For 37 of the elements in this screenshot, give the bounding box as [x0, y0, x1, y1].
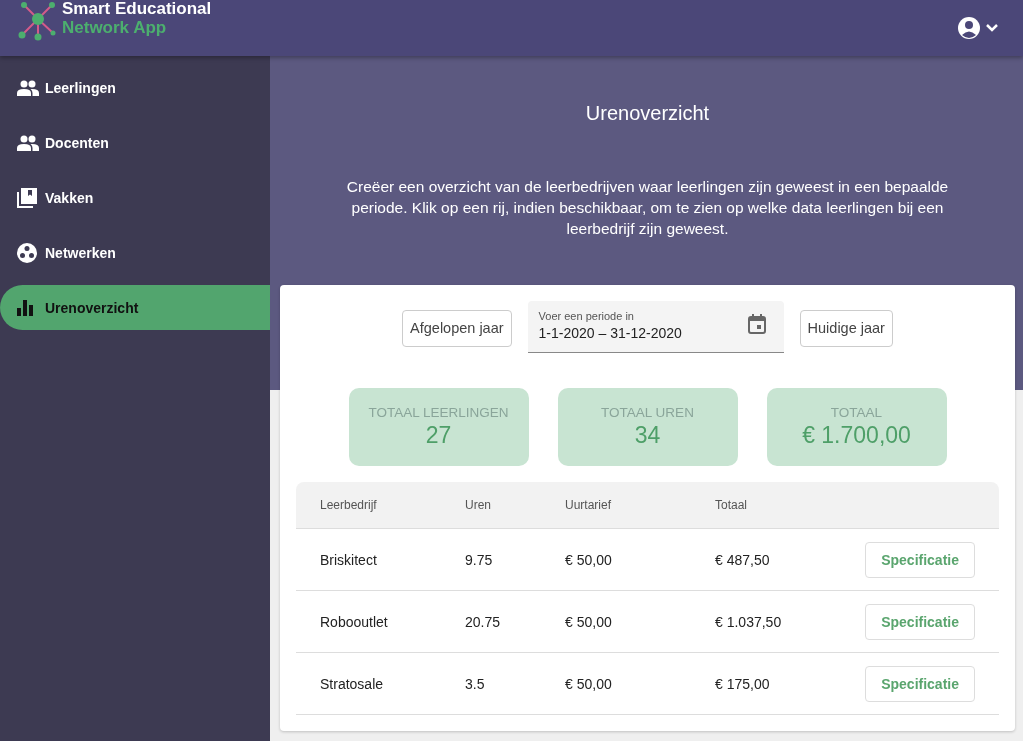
stat-label: TOTAAL LEERLINGEN [368, 405, 509, 420]
column-header: Leerbedrijf [319, 498, 378, 512]
table-cell-text: € 50,00 [564, 613, 613, 630]
column-header: Uurtarief [564, 498, 612, 512]
stat-value: 34 [634, 422, 661, 449]
current-year-button[interactable]: Huidige jaar [799, 309, 893, 347]
table-cell-text: € 50,00 [564, 551, 613, 568]
table-cell-text: € 1.037,50 [714, 613, 783, 630]
stat-value: € 1.700,00 [802, 422, 911, 449]
sidebar-item[interactable]: Leerlingen [0, 60, 270, 115]
sidebar-item[interactable]: Docenten [0, 115, 270, 170]
stat-value: 27 [425, 422, 452, 449]
period-input-field[interactable]: Voer een periode in 1-1-2020 – 31-12-2020 [527, 301, 784, 353]
app-subtitle: Network App [62, 18, 168, 37]
table-cell-text: € 175,00 [714, 675, 771, 692]
table-cell-text: € 487,50 [714, 551, 771, 568]
table-cell-text: 9.75 [464, 551, 494, 568]
column-header: Uren [464, 498, 492, 512]
page-title: Urenoverzicht [584, 101, 711, 126]
sidebar-item[interactable]: Urenoverzicht [0, 285, 270, 330]
sidebar-item[interactable]: Netwerken [0, 225, 270, 280]
column-header: Totaal [714, 498, 749, 512]
stat-label: TOTAAL UREN [601, 405, 694, 420]
sidebar-item[interactable]: Vakken [0, 170, 270, 225]
page-description: Creëer een overzicht van de leerbedrijven waar leerlingen zijn geweest in een bepaalde periode. Klik op een rij, indien beschikbaar, om te zien op welke data leerlingen bij een leerbedrijf zijn geweest. [345, 177, 950, 239]
table-cell-text: Briskitect [319, 551, 378, 568]
table-cell-text: € 50,00 [564, 675, 613, 692]
previous-year-button[interactable]: Afgelopen jaar [402, 309, 512, 347]
table-cell-text: 3.5 [464, 675, 486, 692]
table-cell-text: Stratosale [319, 675, 385, 692]
calendar-icon[interactable] [747, 313, 766, 334]
table-cell-text: Robooutlet [319, 613, 389, 630]
people-icon [17, 134, 41, 151]
people-icon [17, 79, 41, 96]
table-cell-text: 20.75 [464, 613, 502, 630]
app-title: Smart Educational [62, 0, 212, 18]
stat-label: TOTAAL [830, 405, 883, 420]
